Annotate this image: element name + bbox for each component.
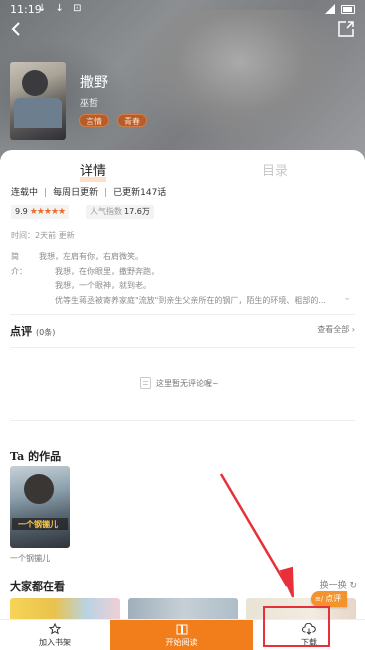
battery-icon (341, 5, 355, 14)
comment-fab-button[interactable]: ≡∕ 点评 (311, 591, 348, 607)
synopsis-line: 优等生蒋丞被寄养家庭"流放"到亲生父亲所在的钢厂，陌生的环境、粗部的... (55, 295, 326, 305)
detail-tabs: 详情 目录 (0, 150, 365, 186)
rating-badge: 9.9 ★★★★★ (11, 205, 70, 219)
separator: | (44, 188, 48, 198)
update-time: 时间：2天前 更新 (11, 231, 75, 240)
cloud-download-icon (302, 623, 316, 635)
status-time: 11:19 (10, 3, 42, 16)
switch-label: 换一换 (319, 581, 347, 591)
tab-catalog[interactable]: 目录 (262, 160, 288, 179)
synopsis-line: 我想，左肩有你，右肩微笑。 (39, 252, 143, 261)
start-reading-button[interactable]: 开始阅读 (110, 620, 253, 650)
see-all-label: 查看全部 (317, 325, 350, 334)
work-cover-title: 一个钢镚儿 (18, 520, 58, 529)
synopsis-line: 我想，在你眼里，撒野奔跑， (55, 266, 159, 276)
popularity-value: 17.6万 (124, 207, 150, 216)
tag[interactable]: 言情 (79, 114, 109, 127)
work-cover[interactable]: 一个钢镚儿 (10, 466, 70, 548)
everyone-watching-title: 大家都在看 (10, 580, 65, 593)
divider (10, 347, 355, 348)
back-arrow-icon (11, 22, 20, 36)
divider (10, 314, 355, 315)
signal-icon (325, 4, 335, 14)
add-to-shelf-label: 加入书架 (39, 638, 71, 647)
synopsis-label: 简介： (11, 252, 27, 276)
edit-icon: ≡∕ (315, 595, 324, 603)
book-title: 撒野 (80, 75, 108, 91)
serial-status: 连载中 (11, 188, 39, 198)
synopsis-line: 我想，一个眼神，就到老。 (55, 281, 151, 290)
empty-comments: 这里暂无评论喔~ (140, 377, 219, 389)
start-reading-label: 开始阅读 (165, 637, 198, 647)
empty-comments-text: 这里暂无评论喔~ (156, 378, 219, 388)
popularity-label: 人气指数 (90, 207, 122, 216)
refresh-icon: ↻ (349, 581, 357, 591)
share-icon (338, 21, 354, 37)
comments-title-text: 点评 (10, 325, 32, 338)
chevron-right-icon: › (351, 325, 355, 334)
switch-button[interactable]: 换一换 ↻ (320, 578, 357, 591)
share-button[interactable] (337, 20, 355, 38)
divider (10, 420, 355, 421)
notification-icons: ↓ ↓ ⊡ (38, 3, 85, 14)
tag[interactable]: 青春 (117, 114, 147, 127)
comment-fab-label: 点评 (325, 594, 342, 603)
book-author[interactable]: 巫哲 (80, 96, 98, 109)
popularity-badge: 人气指数 17.6万 (86, 205, 154, 219)
document-icon (140, 377, 151, 389)
see-all-comments-link[interactable]: 查看全部 › (317, 324, 355, 335)
book-info-line: 连载中 | 每周日更新 | 已更新147话 (11, 185, 166, 198)
download-button[interactable]: 下载 (253, 620, 365, 650)
book-open-icon (176, 624, 187, 634)
tab-details[interactable]: 详情 (80, 160, 107, 182)
expand-chevron-icon[interactable]: ⌄ (343, 293, 351, 303)
add-to-shelf-button[interactable]: 加入书架 (0, 620, 110, 650)
chapter-count: 已更新147话 (113, 188, 167, 198)
separator: | (104, 188, 108, 198)
tag-list: 言情 青春 (79, 114, 147, 127)
update-schedule: 每周日更新 (53, 188, 99, 198)
download-label: 下载 (301, 638, 317, 647)
star-rating-icon: ★★★★★ (29, 207, 66, 217)
work-name[interactable]: 一个钢镚儿 (10, 553, 50, 564)
author-works-title: Ta 的作品 (10, 450, 62, 463)
star-icon (49, 623, 61, 635)
status-bar: 11:19 ↓ ↓ ⊡ (0, 0, 365, 20)
bottom-action-bar: 加入书架 开始阅读 下载 (0, 619, 365, 650)
comments-count: (0条) (36, 328, 56, 337)
comments-title: 点评 (0条) (10, 323, 55, 339)
back-button[interactable] (6, 18, 28, 40)
book-cover[interactable] (10, 62, 66, 140)
rating-value: 9.9 (15, 207, 28, 216)
